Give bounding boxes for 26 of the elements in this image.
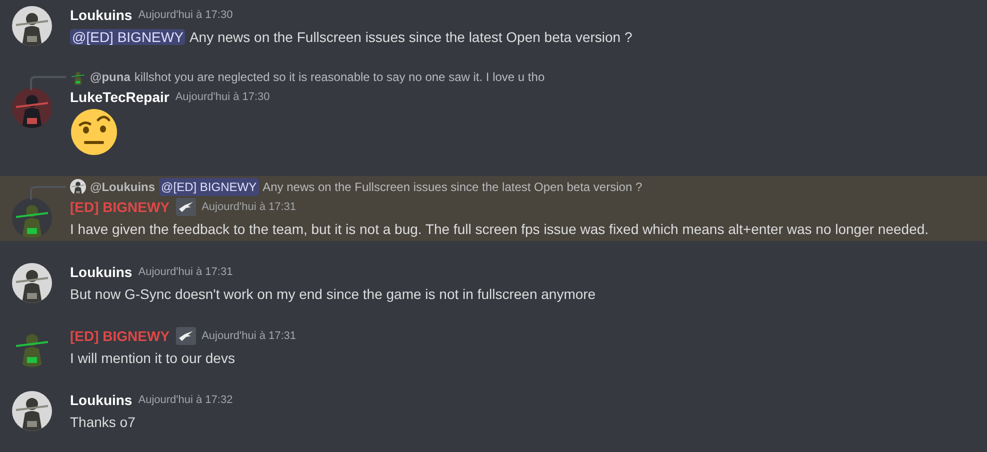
reply-connector bbox=[30, 76, 66, 90]
username[interactable]: Loukuins bbox=[70, 4, 132, 26]
mention-link[interactable]: @[ED] BIGNEWY bbox=[159, 178, 259, 196]
timestamp: Aujourd'hui à 17:31 bbox=[202, 328, 296, 344]
reply-author[interactable]: @Loukuins bbox=[90, 178, 156, 196]
reply-connector bbox=[30, 186, 66, 200]
message-text: Thanks o7 bbox=[70, 414, 136, 430]
username[interactable]: LukeTecRepair bbox=[70, 86, 170, 108]
reply-author[interactable]: @puna bbox=[90, 68, 130, 86]
username[interactable]: Loukuins bbox=[70, 262, 132, 282]
message-text: Any news on the Fullscreen issues since the latest Open beta version ? bbox=[189, 29, 632, 45]
username[interactable]: Loukuins bbox=[70, 390, 132, 410]
bird-icon bbox=[176, 198, 196, 216]
timestamp: Aujourd'hui à 17:30 bbox=[175, 90, 270, 105]
mention-link[interactable]: @[ED] BIGNEWY bbox=[70, 29, 186, 45]
timestamp: Aujourd'hui à 17:31 bbox=[138, 264, 233, 280]
message-text: But now G-Sync doesn't work on my end since the game is not in fullscreen anymore bbox=[70, 286, 596, 302]
bird-icon bbox=[176, 327, 196, 345]
reply-text: Any news on the Fullscreen issues since the latest Open beta version ? bbox=[262, 179, 642, 196]
reply-text: killshot you are neglected so it is reasonable to say no one saw it. I love u tho bbox=[134, 69, 545, 86]
timestamp: Aujourd'hui à 17:31 bbox=[202, 200, 296, 215]
timestamp: Aujourd'hui à 17:32 bbox=[138, 392, 233, 408]
timestamp: Aujourd'hui à 17:30 bbox=[138, 8, 233, 23]
message-text: I have given the feedback to the team, but it is not a bug. The full screen fps issue was fixed which means alt+enter was no longer needed. bbox=[70, 221, 929, 237]
raised-eyebrow-emoji bbox=[70, 108, 118, 156]
message-text: I will mention it to our devs bbox=[70, 350, 235, 366]
